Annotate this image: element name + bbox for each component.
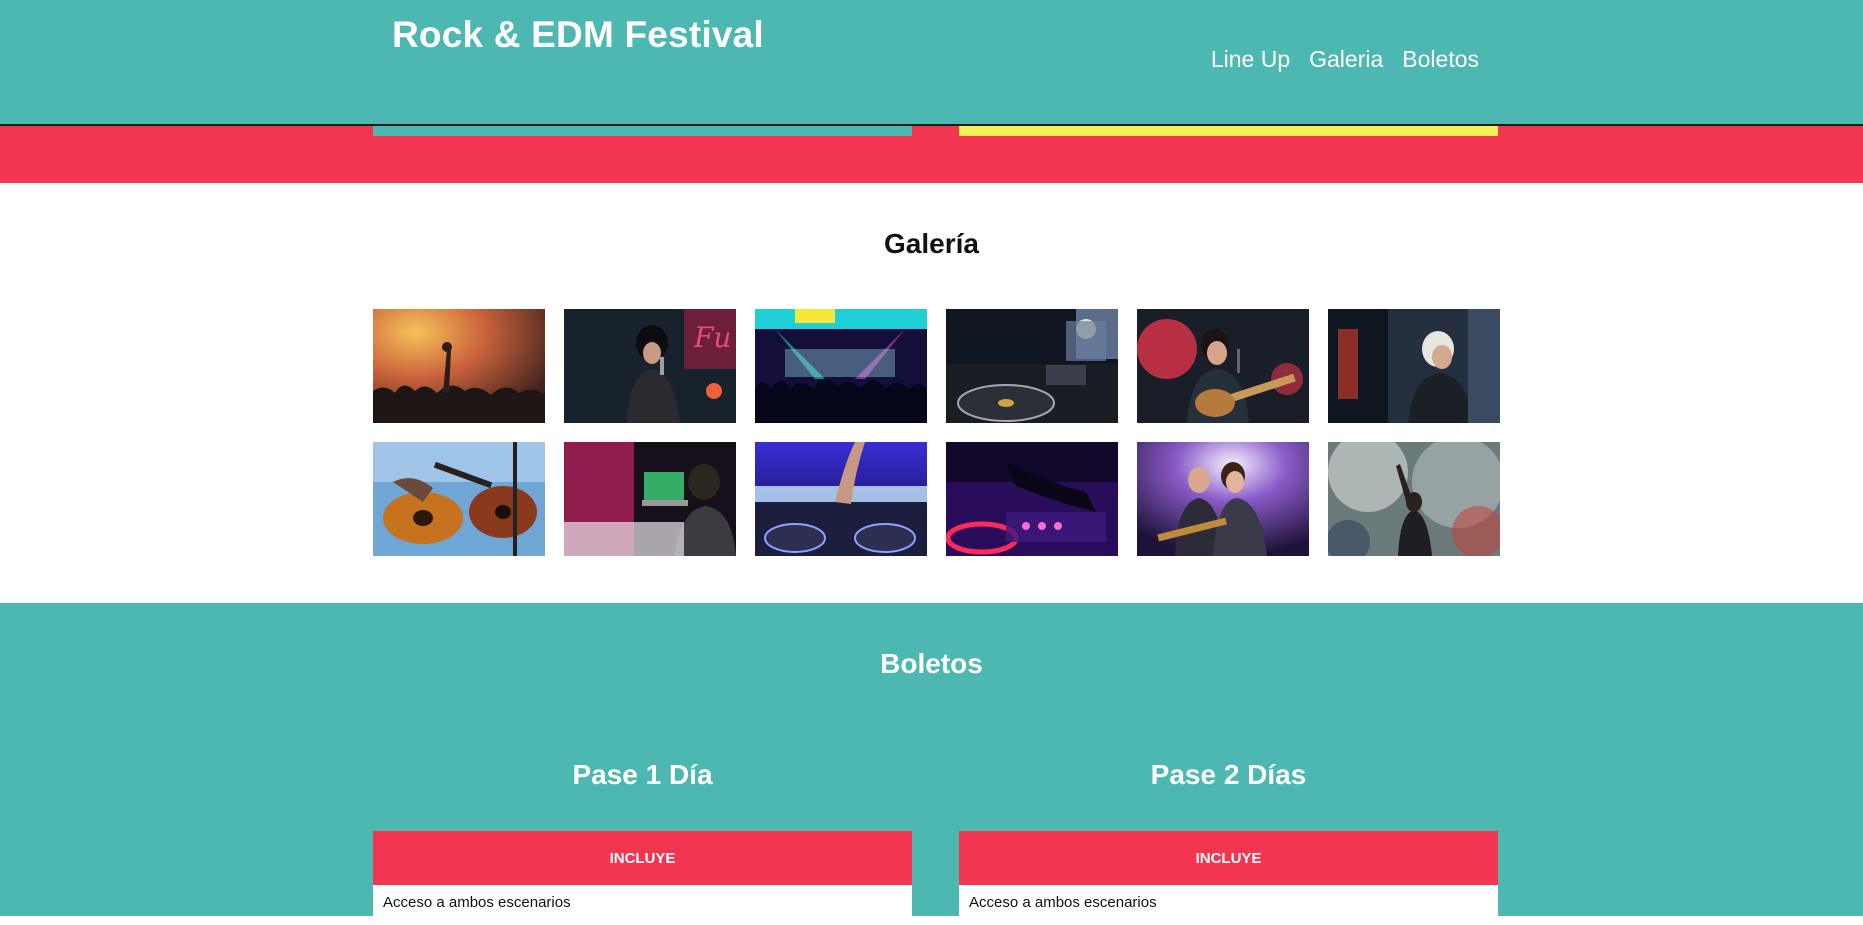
gallery-image[interactable] <box>946 309 1118 423</box>
gallery-image[interactable] <box>946 442 1118 556</box>
pass-includes-header: INCLUYE <box>959 831 1498 885</box>
tickets-title: Boletos <box>880 648 983 679</box>
pass-card-2-days: Pase 2 Días INCLUYE Acceso a ambos escen… <box>959 759 1498 925</box>
main-nav: Line Up Galeria Boletos <box>1211 46 1479 73</box>
pass-includes-header: INCLUYE <box>373 831 912 885</box>
gallery-image[interactable] <box>755 309 927 423</box>
gallery-image[interactable] <box>1328 309 1500 423</box>
site-title[interactable]: Rock & EDM Festival <box>392 14 764 56</box>
pass-card-1-day: Pase 1 Día INCLUYE Acceso a ambos escena… <box>373 759 912 925</box>
pass-feature-item: Acceso a ambos escenarios <box>373 885 912 925</box>
nav-link-line-up[interactable]: Line Up <box>1211 46 1290 73</box>
gallery-image[interactable] <box>755 442 927 556</box>
accent-bar-teal <box>373 126 912 136</box>
nav-link-boletos[interactable]: Boletos <box>1402 46 1479 73</box>
gallery-image[interactable] <box>373 442 545 556</box>
gallery-image[interactable] <box>1137 309 1309 423</box>
gallery-grid: Fu <box>373 309 1500 556</box>
gallery-image[interactable] <box>1328 442 1500 556</box>
gallery-image[interactable] <box>373 309 545 423</box>
gallery-section: Galería Fu <box>0 183 1863 603</box>
gallery-image[interactable] <box>564 442 736 556</box>
gallery-image[interactable]: Fu <box>564 309 736 423</box>
accent-bar-yellow <box>959 126 1498 136</box>
pass-name: Pase 2 Días <box>1150 759 1307 790</box>
nav-link-galeria[interactable]: Galeria <box>1309 46 1383 73</box>
pass-feature-item: Acceso a ambos escenarios <box>959 885 1498 925</box>
hero-band <box>0 126 1863 183</box>
gallery-title: Galería <box>884 228 979 259</box>
pass-name: Pase 1 Día <box>572 759 713 790</box>
svg-text:Fu: Fu <box>693 321 731 354</box>
site-header: Rock & EDM Festival Line Up Galeria Bole… <box>0 0 1863 126</box>
gallery-image[interactable] <box>1137 442 1309 556</box>
tickets-section: Boletos Pase 1 Día INCLUYE Acceso a ambo… <box>0 603 1863 925</box>
